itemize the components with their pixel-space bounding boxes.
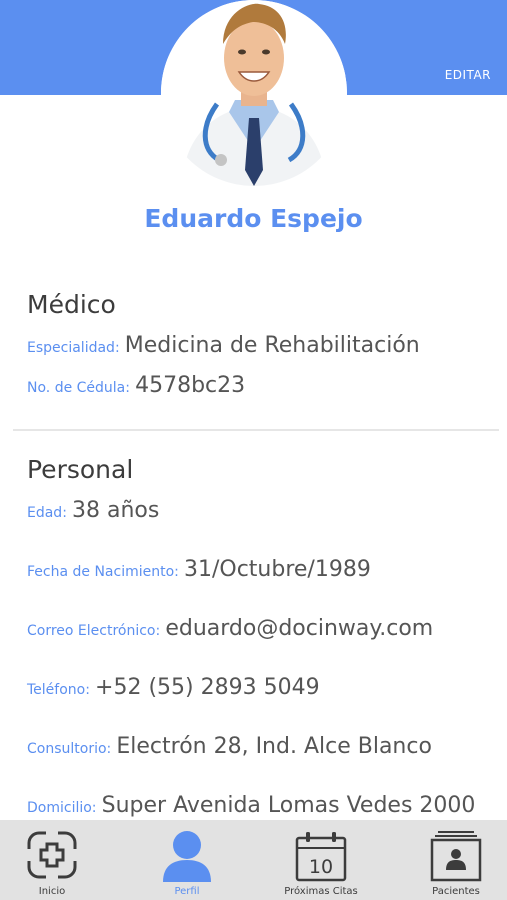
section-title-medico: Médico <box>27 290 116 319</box>
field-label: No. de Cédula: <box>27 380 130 396</box>
field-value: Electrón 28, Ind. Alce Blanco <box>116 734 432 759</box>
field-label: Fecha de Nacimiento: <box>27 564 179 580</box>
field-label: Especialidad: <box>27 340 120 356</box>
field-telefono: Teléfono: +52 (55) 2893 5049 <box>27 675 320 700</box>
tab-label: Próximas Citas <box>284 886 358 897</box>
medical-case-icon <box>26 830 78 884</box>
field-value[interactable]: +52 (55) 2893 5049 <box>95 675 320 700</box>
field-consultorio: Consultorio: Electrón 28, Ind. Alce Blan… <box>27 734 432 759</box>
field-label: Domicilio: <box>27 800 97 816</box>
field-fecha-nacimiento: Fecha de Nacimiento: 31/Octubre/1989 <box>27 557 371 582</box>
field-domicilio: Domicilio: Super Avenida Lomas Vedes 200… <box>27 793 475 818</box>
field-value: Super Avenida Lomas Vedes 2000 <box>101 793 476 818</box>
tab-proximas-citas[interactable]: 10 Próximas Citas <box>266 820 376 900</box>
patient-folder-icon <box>430 830 482 886</box>
field-value: 31/Octubre/1989 <box>183 557 371 582</box>
tab-perfil[interactable]: Perfil <box>132 820 242 900</box>
tab-inicio[interactable]: Inicio <box>0 820 107 900</box>
field-correo: Correo Electrónico: eduardo@docinway.com <box>27 616 433 641</box>
field-label: Edad: <box>27 505 67 521</box>
section-title-personal: Personal <box>27 455 134 484</box>
tab-pacientes[interactable]: Pacientes <box>401 820 507 900</box>
avatar <box>161 0 347 186</box>
field-label: Teléfono: <box>27 682 90 698</box>
calendar-day: 10 <box>309 856 333 878</box>
edit-button[interactable]: EDITAR <box>445 68 491 82</box>
tab-label: Inicio <box>38 886 66 897</box>
tab-bar: Inicio Perfil 10 Próximas Citas Paciente… <box>0 820 507 900</box>
field-value: Medicina de Rehabilitación <box>124 333 420 358</box>
field-edad: Edad: 38 años <box>27 498 159 523</box>
calendar-icon: 10 <box>295 830 347 886</box>
field-value[interactable]: eduardo@docinway.com <box>165 616 433 641</box>
tab-label: Pacientes <box>432 886 480 897</box>
field-value: 4578bc23 <box>135 373 246 398</box>
field-especialidad: Especialidad: Medicina de Rehabilitación <box>27 333 420 358</box>
doctor-name: Eduardo Espejo <box>144 204 363 233</box>
field-label: Correo Electrónico: <box>27 623 161 639</box>
field-value: 38 años <box>72 498 160 523</box>
field-label: Consultorio: <box>27 741 112 757</box>
section-divider <box>13 429 499 431</box>
tab-label: Perfil <box>174 886 200 897</box>
field-cedula: No. de Cédula: 4578bc23 <box>27 373 245 398</box>
user-icon <box>161 830 213 886</box>
